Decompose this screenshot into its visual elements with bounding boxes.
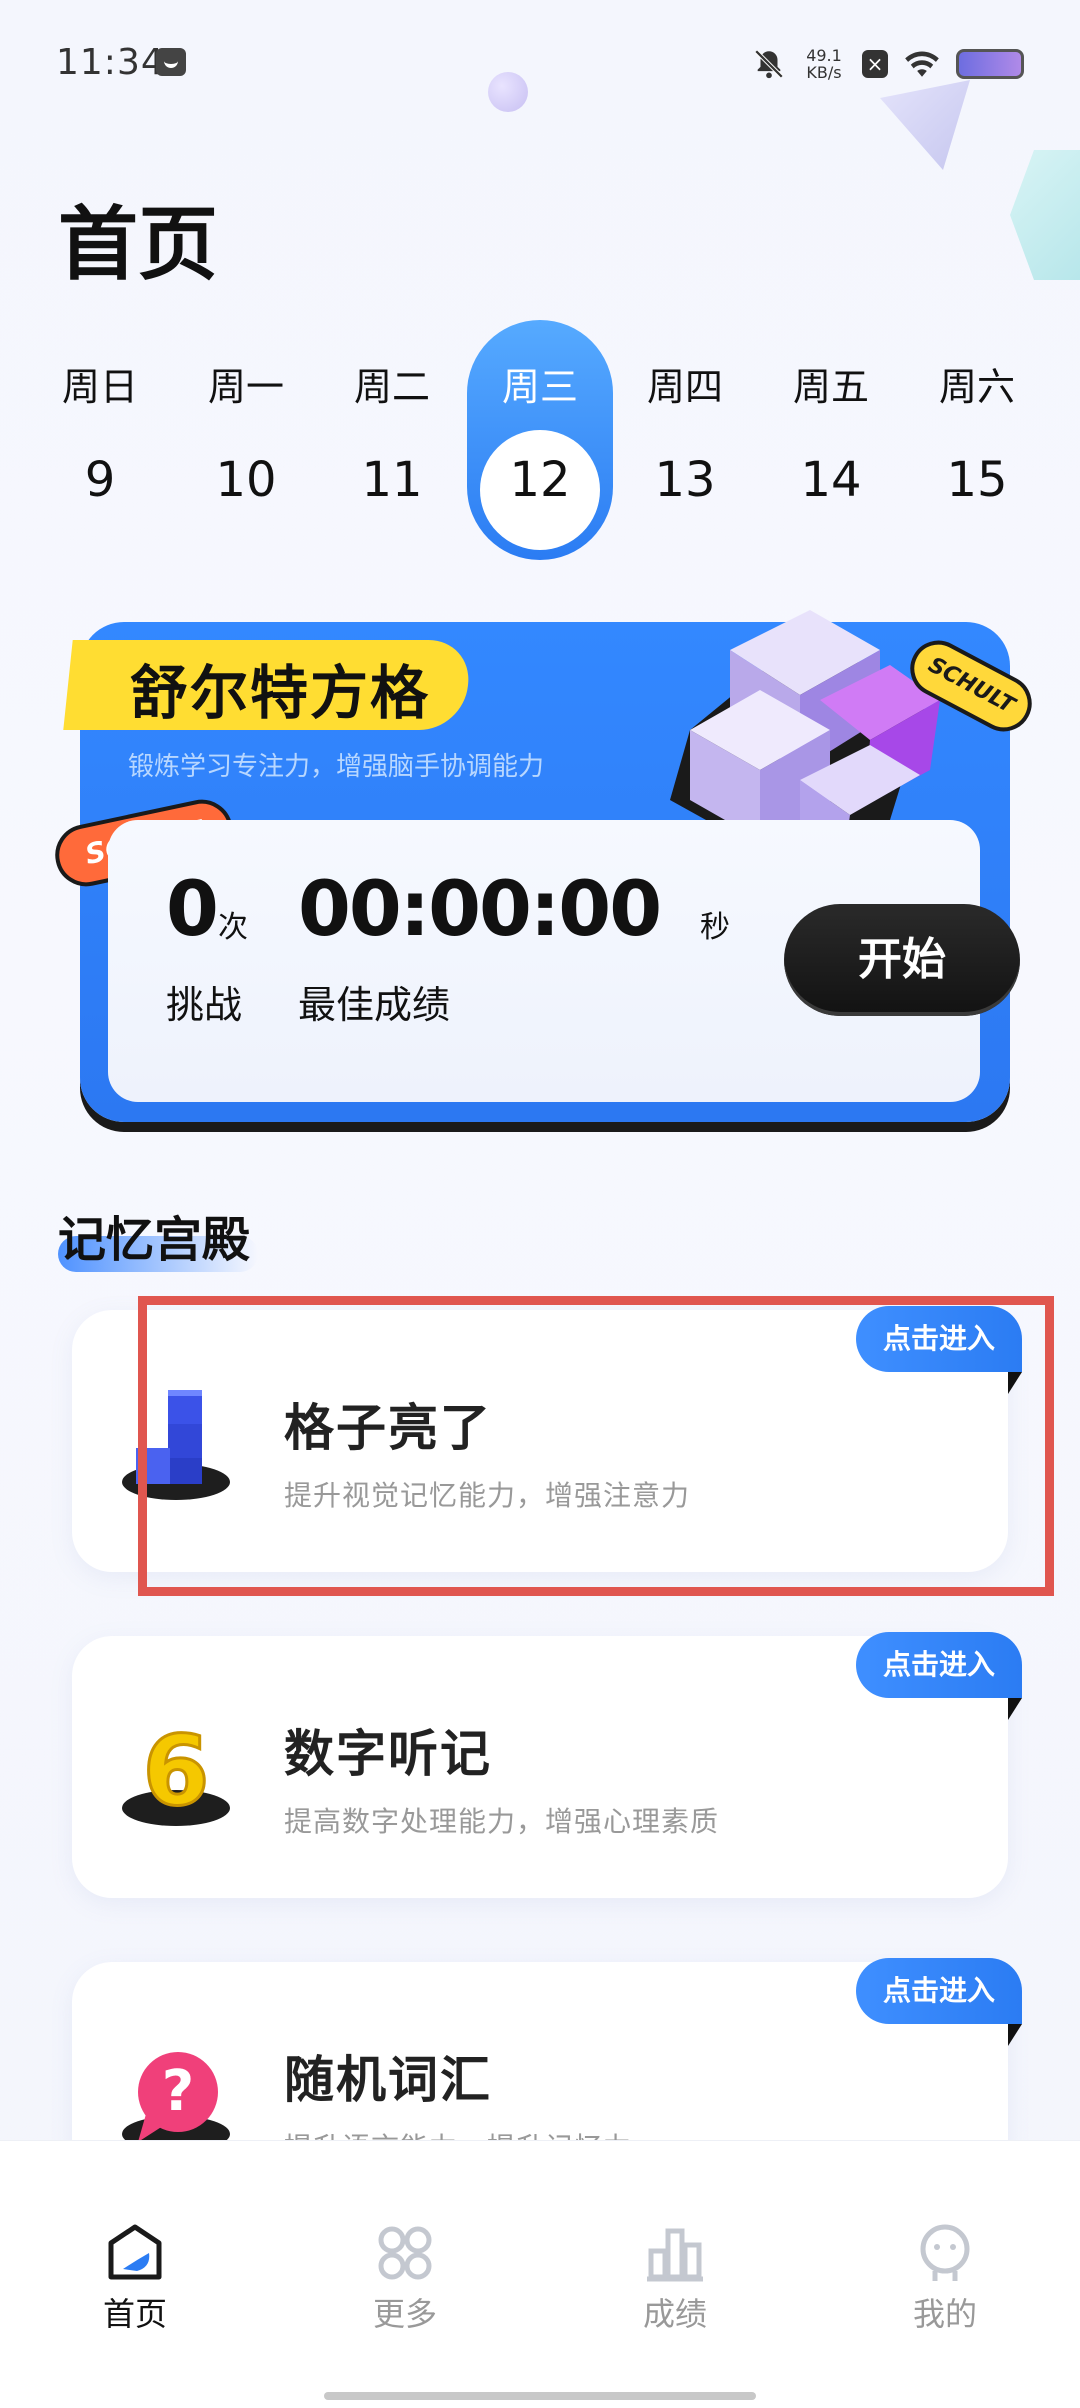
enter-button[interactable]: 点击进入 [856,1958,1022,2024]
net-speed: 49.1 KB/s [800,47,848,81]
nav-label: 成绩 [642,2295,707,2333]
nav-more[interactable]: 更多 [305,2221,505,2371]
day-number: 10 [215,452,277,508]
day-name: 周日 [61,365,138,409]
day-name: 周一 [207,365,284,409]
home-icon [108,2224,162,2280]
game-name: 随机词汇 [284,2051,492,2109]
bar-chart-icon [647,2228,703,2282]
net-speed-value: 49.1 [806,46,842,65]
nav-scores[interactable]: 成绩 [575,2221,775,2371]
schulte-title: 舒尔特方格 [130,659,431,727]
day-wednesday-selected[interactable]: 周三 12 [467,320,613,560]
best-time: 00:00:00 [298,864,662,953]
page-title: 首页 [58,198,218,291]
status-icons: 49.1 KB/s × [752,42,1024,86]
grid-icon [378,2226,432,2280]
nav-home[interactable]: 首页 [35,2221,235,2371]
enter-button[interactable]: 点击进入 [856,1632,1022,1698]
day-monday[interactable]: 周一 10 [173,320,319,560]
day-number: 14 [800,452,862,508]
wifi-icon [905,51,939,77]
schulte-stats-panel: 0 次 挑战 00:00:00 秒 最佳成绩 开始 [108,820,1020,1102]
nav-label: 更多 [372,2295,437,2333]
week-selector: 周日 9 周一 10 周二 11 周三 12 周四 13 周五 14 周六 15 [0,320,1080,560]
nav-profile[interactable]: 我的 [845,2221,1045,2371]
x-box-icon: × [862,50,888,78]
day-number: 15 [946,452,1008,508]
day-number: 13 [654,452,716,508]
bottom-nav: 首页 更多 成绩 我的 [0,2140,1080,2408]
day-name: 周五 [792,365,869,409]
enter-tag-fold [1008,2024,1022,2046]
day-name: 周三 [501,365,578,409]
game-name: 数字听记 [284,1725,492,1783]
day-number: 12 [509,452,571,508]
day-tuesday[interactable]: 周二 11 [319,320,465,560]
home-indicator [324,2392,756,2400]
best-time-unit: 秒 [700,910,730,945]
day-saturday[interactable]: 周六 15 [904,320,1050,560]
profile-icon [920,2224,970,2281]
highlight-box [138,1296,1054,1596]
best-label: 最佳成绩 [298,983,451,1027]
net-speed-unit: KB/s [806,63,842,82]
decorative-orb [488,72,528,112]
battery-icon [956,49,1024,79]
schulte-subtitle: 锻炼学习专注力，增强脑手协调能力 [128,752,545,782]
nav-label: 我的 [912,2295,977,2333]
challenge-count: 0 [166,864,219,953]
game-description: 提高数字处理能力，增强心理素质 [284,1805,720,1838]
day-name: 周二 [353,365,430,409]
start-button[interactable]: 开始 [784,904,1020,1016]
game-card-number-listen[interactable]: 点击进入 6 数字听记 提高数字处理能力，增强心理素质 [72,1632,1022,1898]
cube-icon [670,610,940,850]
decorative-hexagon [1010,150,1080,280]
challenge-unit: 次 [218,910,248,945]
bell-off-icon [754,49,784,79]
message-icon [156,48,186,76]
enter-tag-fold [1008,1698,1022,1720]
svg-text:6: 6 [143,1715,210,1827]
nav-label: 首页 [102,2295,167,2333]
day-number: 11 [361,452,423,508]
schulte-card[interactable]: 舒尔特方格 锻炼学习专注力，增强脑手协调能力 SCHULT SCHULT 0 次… [49,580,1042,1140]
day-thursday[interactable]: 周四 13 [612,320,758,560]
svg-text:?: ? [162,2059,194,2124]
status-time: 11:34 [56,42,165,83]
section-title: 记忆宫殿 [58,1212,251,1268]
day-number: 9 [84,452,116,508]
day-name: 周六 [938,365,1015,409]
day-friday[interactable]: 周五 14 [758,320,904,560]
challenge-label: 挑战 [166,983,243,1027]
number-six-icon: 6 [122,1714,230,1829]
day-sunday[interactable]: 周日 9 [27,320,173,560]
day-name: 周四 [646,365,723,409]
